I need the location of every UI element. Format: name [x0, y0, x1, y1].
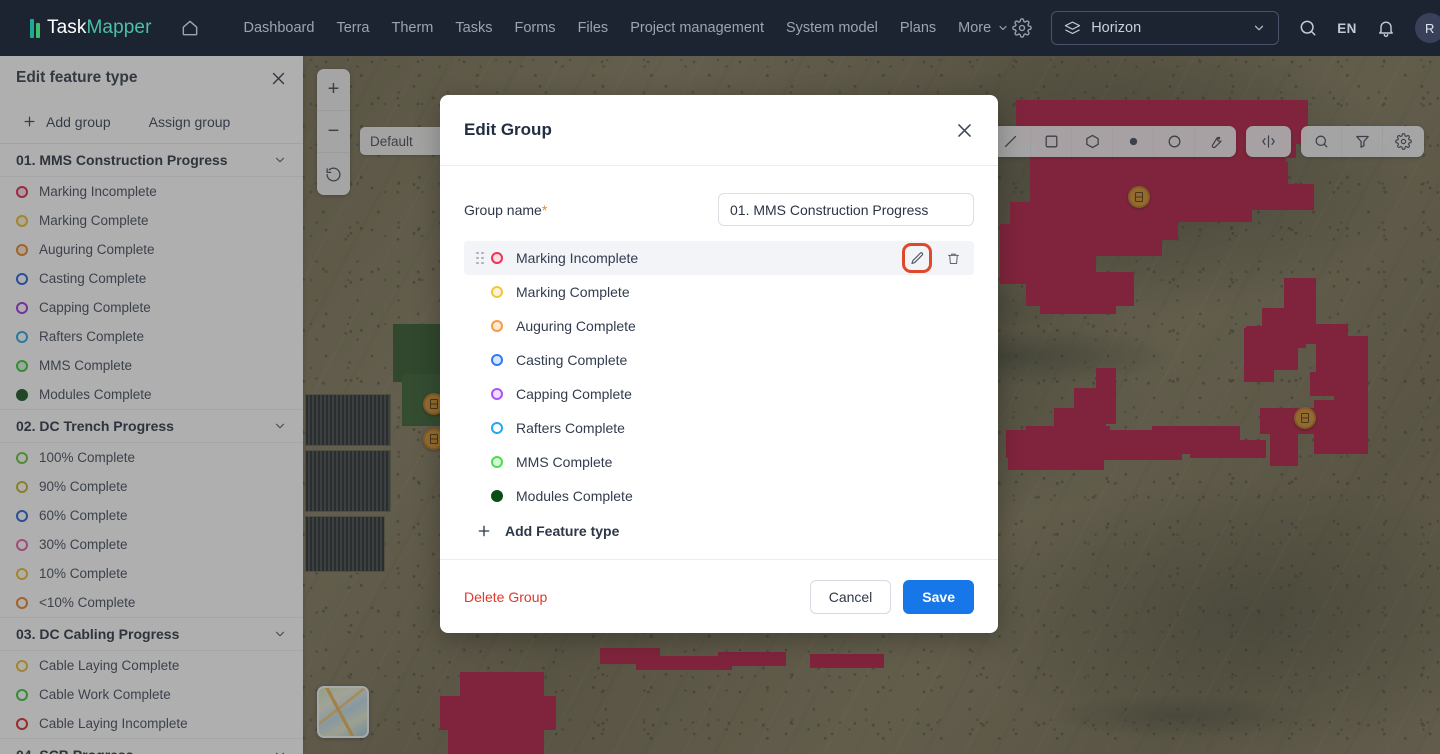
brand-name: TaskMapper [47, 17, 152, 39]
drag-handle-icon[interactable] [476, 251, 485, 265]
nav-link-system-model[interactable]: System model [786, 20, 878, 36]
feature-type-label: Rafters Complete [516, 420, 625, 436]
search-icon[interactable] [1295, 15, 1321, 41]
top-navigation-bar: TaskMapper Dashboard Terra Therm Tasks F… [0, 0, 1440, 56]
feature-type-label: Auguring Complete [516, 318, 636, 334]
nav-label: Tasks [455, 20, 493, 36]
group-name-label-text: Group name [464, 201, 542, 218]
pencil-icon[interactable] [902, 243, 932, 273]
language-selector[interactable]: EN [1337, 21, 1357, 36]
feature-color-dot [491, 490, 503, 502]
close-icon[interactable] [955, 121, 974, 140]
nav-label: Terra [336, 20, 370, 36]
chevron-down-icon [1255, 25, 1264, 31]
user-menu[interactable]: R [1414, 13, 1440, 43]
feature-type-row[interactable]: Marking Complete [464, 275, 974, 309]
nav-link-tasks[interactable]: Tasks [455, 20, 492, 36]
feature-color-dot [491, 354, 503, 366]
feature-type-label: Casting Complete [516, 352, 628, 368]
nav-link-plans[interactable]: Plans [900, 20, 936, 36]
group-name-input[interactable] [718, 193, 974, 226]
feature-type-row[interactable]: Casting Complete [464, 343, 974, 377]
app-logo[interactable]: TaskMapper [16, 17, 152, 39]
feature-color-dot [491, 456, 503, 468]
modal-header: Edit Group [440, 95, 998, 166]
modal-footer: Delete Group Cancel Save [440, 559, 998, 633]
home-icon[interactable] [180, 15, 200, 41]
nav-link-dashboard[interactable]: Dashboard [244, 20, 315, 36]
nav-link-more[interactable]: More [958, 20, 1009, 36]
main-nav-links: Dashboard Terra Therm Tasks Forms Files … [244, 20, 1010, 36]
required-asterisk: * [541, 201, 548, 218]
nav-link-files[interactable]: Files [578, 20, 609, 36]
brand-secondary: Mapper [86, 17, 152, 38]
gear-icon[interactable] [1009, 15, 1035, 41]
project-selector-value: Horizon [1091, 20, 1142, 36]
bell-icon[interactable] [1373, 15, 1399, 41]
feature-color-dot [491, 320, 503, 332]
top-nav-right-actions: Horizon EN R [1009, 11, 1440, 45]
feature-type-row[interactable]: Capping Complete [464, 377, 974, 411]
feature-type-row[interactable]: Modules Complete [464, 479, 974, 513]
nav-label: Dashboard [243, 20, 315, 36]
trash-icon[interactable] [940, 245, 966, 271]
add-feature-type-label: Add Feature type [505, 523, 620, 539]
row-actions [902, 243, 966, 273]
nav-link-forms[interactable]: Forms [514, 20, 555, 36]
feature-type-row[interactable]: Rafters Complete [464, 411, 974, 445]
feature-type-label: Marking Incomplete [516, 250, 639, 266]
group-name-field-row: Group name* [464, 193, 974, 226]
feature-type-label: Capping Complete [516, 386, 632, 402]
chevron-down-icon [999, 25, 1007, 31]
feature-type-row[interactable]: Marking Incomplete [464, 241, 974, 275]
layers-icon [1065, 21, 1081, 34]
avatar: R [1414, 13, 1440, 43]
feature-type-label: Marking Complete [516, 284, 630, 300]
nav-link-therm[interactable]: Therm [391, 20, 433, 36]
edit-group-modal: Edit Group Group name* Marking Incomplet… [440, 95, 998, 633]
app-root: TaskMapper Dashboard Terra Therm Tasks F… [0, 0, 1440, 754]
nav-label: System model [785, 20, 878, 36]
delete-group-button[interactable]: Delete Group [464, 589, 798, 605]
logo-bars-icon [30, 18, 40, 38]
nav-link-project-management[interactable]: Project management [630, 20, 764, 36]
feature-color-dot [491, 252, 503, 264]
modal-body: Group name* Marking Incomplete [440, 166, 998, 559]
add-feature-type-button[interactable]: Add Feature type [464, 513, 974, 543]
nav-label: More [958, 20, 992, 36]
feature-type-row[interactable]: Auguring Complete [464, 309, 974, 343]
feature-type-row[interactable]: MMS Complete [464, 445, 974, 479]
group-name-label: Group name* [464, 202, 718, 218]
feature-color-dot [491, 422, 503, 434]
nav-label: Project management [630, 20, 764, 36]
project-selector[interactable]: Horizon [1051, 11, 1280, 45]
nav-label: Files [577, 20, 609, 36]
feature-type-label: MMS Complete [516, 454, 613, 470]
nav-link-terra[interactable]: Terra [336, 20, 369, 36]
cancel-button[interactable]: Cancel [809, 579, 892, 614]
nav-label: Plans [899, 20, 937, 36]
feature-color-dot [491, 388, 503, 400]
plus-icon [478, 525, 490, 537]
save-button[interactable]: Save [903, 579, 974, 614]
brand-primary: Task [47, 17, 87, 38]
nav-label: Forms [514, 20, 556, 36]
modal-title: Edit Group [464, 120, 552, 139]
feature-type-label: Modules Complete [516, 488, 633, 504]
feature-color-dot [491, 286, 503, 298]
nav-label: Therm [391, 20, 434, 36]
